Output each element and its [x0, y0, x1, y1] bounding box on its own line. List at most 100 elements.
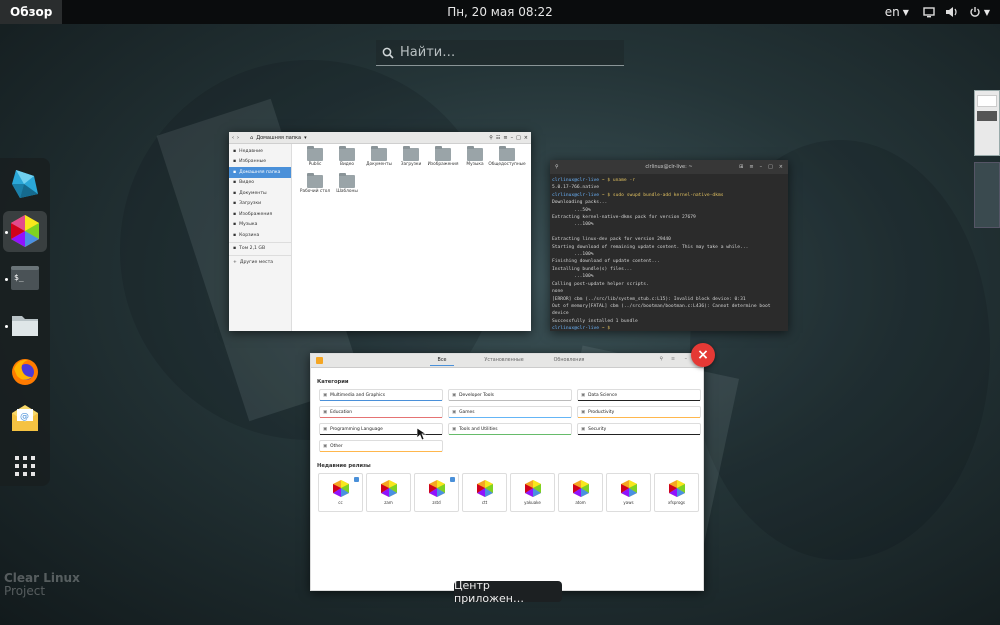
terminal-line: Extracting kernel-native-dkms pack for v… — [552, 215, 696, 221]
sidebar-item[interactable]: ▪ Загрузки — [229, 199, 291, 210]
terminal-command: ~ $ uname -r — [599, 178, 635, 183]
software-center-icon — [11, 215, 39, 248]
category-label: Data Science — [588, 392, 618, 398]
dash-item-mail[interactable]: @ — [3, 398, 47, 439]
app-name: zam — [384, 500, 393, 505]
dash-item-firefox[interactable] — [3, 351, 47, 392]
dash-item-software-center[interactable] — [3, 210, 47, 252]
workspace-thumbnail-1[interactable] — [974, 90, 1000, 156]
path-bar-label[interactable]: Домашняя папка — [256, 135, 301, 141]
terminal-line: ...50% — [552, 207, 591, 213]
sidebar-item[interactable]: ▪ Том 2,1 GB — [229, 244, 291, 255]
category-button[interactable]: ▣ Tools and Utilities — [448, 423, 572, 435]
category-button[interactable]: ▣ Games — [448, 406, 572, 418]
category-button[interactable]: ▣ Multimedia and Graphics — [319, 389, 443, 401]
app-tile[interactable]: zstd — [414, 473, 459, 512]
terminal-command: ~ $ — [599, 326, 613, 331]
folder-label: Видео — [340, 162, 354, 167]
category-icon: ▣ — [452, 392, 457, 398]
files-window[interactable]: ‹ › ⌂ Домашняя папка ▾ ⚲ ☷ ≡ – □ × ▪ Неда… — [229, 132, 531, 331]
app-tile[interactable]: yakuake — [510, 473, 555, 512]
sidebar-item[interactable]: ▪ Видео — [229, 178, 291, 189]
category-color-bar — [320, 450, 442, 452]
category-icon: ▣ — [581, 409, 586, 415]
package-icon — [428, 480, 445, 497]
category-icon: ▣ — [323, 409, 328, 415]
minimize-icon[interactable]: – — [511, 135, 514, 141]
folder-item[interactable]: Музыка — [459, 146, 491, 167]
app-tile[interactable]: xfsprogs — [654, 473, 699, 512]
sidebar-item[interactable]: ▪ Корзина — [229, 230, 291, 241]
folder-item[interactable]: Public — [299, 146, 331, 167]
sidebar-item-label: Корзина — [239, 232, 260, 238]
package-icon — [668, 480, 685, 497]
folder-item[interactable]: Документы — [363, 146, 395, 167]
folder-item[interactable]: Рабочий стол — [299, 173, 331, 194]
sidebar-item[interactable]: ▪ Избранные — [229, 157, 291, 168]
sidebar-place-icon: ▪ — [233, 222, 237, 228]
dash-item-show-apps[interactable] — [3, 445, 47, 486]
back-icon[interactable]: ‹ — [232, 135, 234, 141]
clock-label[interactable]: Пн, 20 мая 08:22 — [447, 5, 553, 19]
terminal-window[interactable]: ⚲ clrlinux@clr-live: ~ ⊞ ≡ – □ × clrlinu… — [550, 160, 788, 331]
sidebar-item[interactable]: ▪ Документы — [229, 188, 291, 199]
app-tile[interactable]: ctt — [462, 473, 507, 512]
app-tile[interactable]: yaws — [606, 473, 651, 512]
sidebar-place-icon: ▪ — [233, 246, 237, 252]
search-icon[interactable]: ⚲ — [659, 357, 663, 362]
dash-item-terminal[interactable]: $_ — [3, 258, 47, 299]
category-button[interactable]: ▣ Education — [319, 406, 443, 418]
category-button[interactable]: ▣ Productivity — [577, 406, 701, 418]
software-center-window[interactable]: Все Установленные Обновления ⚲ ≡ – Катег… — [310, 353, 704, 591]
folder-label: Изображения — [427, 162, 459, 167]
category-button[interactable]: ▣ Data Science — [577, 389, 701, 401]
category-button[interactable]: ▣ Security — [577, 423, 701, 435]
language-indicator[interactable]: en ▼ — [885, 5, 909, 19]
tab-updates[interactable]: Обновления — [554, 358, 585, 363]
app-tile[interactable]: zam — [366, 473, 411, 512]
category-icon: ▣ — [581, 426, 586, 432]
chevron-down-icon: ▾ — [304, 134, 307, 141]
sidebar-item[interactable]: + Другие места — [229, 257, 291, 268]
dash-item-clear-linux[interactable] — [3, 164, 47, 205]
sidebar-item[interactable]: ▪ Домашняя папка — [229, 167, 291, 178]
activities-button[interactable]: Обзор — [0, 0, 63, 24]
search-entry[interactable]: Найти… — [376, 40, 624, 66]
workspace-thumbnail-2[interactable] — [974, 162, 1000, 228]
terminal-prompt: clrlinux@clr-live — [552, 178, 600, 183]
app-tile[interactable]: cc — [318, 473, 363, 512]
terminal-line: Finishing download of update content... — [552, 259, 660, 265]
tab-all[interactable]: Все — [429, 356, 455, 366]
terminal-output[interactable]: clrlinux@clr-live ~ $ uname -r 5.0.17-766… — [550, 174, 788, 331]
folder-item[interactable]: Изображения — [427, 146, 459, 167]
search-icon[interactable]: ⚲ — [489, 135, 493, 141]
category-button[interactable]: ▣ Other — [319, 440, 443, 452]
folder-item[interactable]: Видео — [331, 146, 363, 167]
category-icon: ▣ — [452, 426, 457, 432]
folder-item[interactable]: Загрузки — [395, 146, 427, 167]
close-icon[interactable]: × — [524, 135, 528, 141]
system-menu[interactable]: ▼ — [923, 6, 990, 18]
category-color-bar — [578, 433, 700, 435]
dash-item-files[interactable] — [3, 305, 47, 346]
forward-icon[interactable]: › — [237, 135, 239, 141]
category-button[interactable]: ▣ Developer Tools — [448, 389, 572, 401]
sidebar-item[interactable]: ▪ Музыка — [229, 220, 291, 231]
sidebar-item-label: Избранные — [239, 159, 267, 165]
software-headerbar: Все Установленные Обновления ⚲ ≡ – — [311, 354, 703, 368]
maximize-icon[interactable]: □ — [516, 135, 521, 141]
minimize-icon[interactable]: – — [685, 357, 687, 362]
category-color-bar — [449, 399, 571, 401]
clear-linux-watermark: Clear Linux Project — [4, 572, 80, 598]
menu-icon[interactable]: ≡ — [671, 357, 675, 362]
sidebar-item[interactable]: ▪ Недавние — [229, 146, 291, 157]
menu-icon[interactable]: ≡ — [503, 135, 507, 141]
view-options-icon[interactable]: ☷ — [496, 135, 500, 141]
category-label: Multimedia and Graphics — [330, 392, 386, 398]
window-close-button[interactable]: × — [691, 343, 715, 367]
tab-installed[interactable]: Установленные — [484, 358, 523, 363]
sidebar-item[interactable]: ▪ Изображения — [229, 209, 291, 220]
folder-item[interactable]: Шаблоны — [331, 173, 363, 194]
app-tile[interactable]: atom — [558, 473, 603, 512]
folder-item[interactable]: Общедоступные — [488, 146, 526, 167]
